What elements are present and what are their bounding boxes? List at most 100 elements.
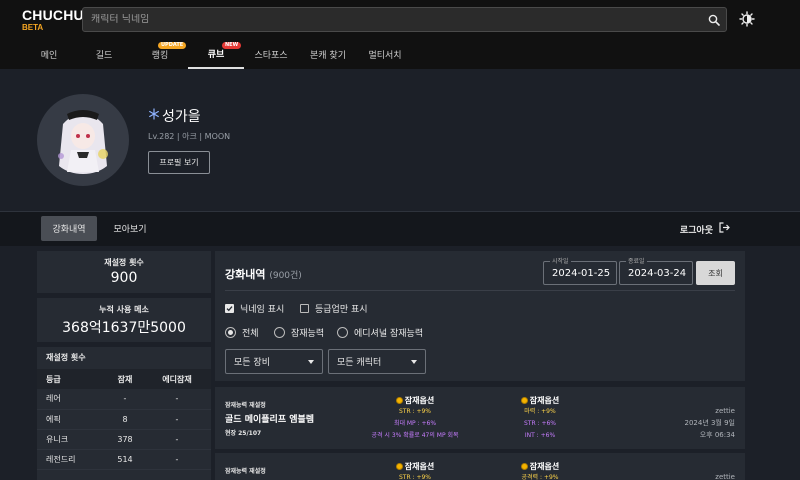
radio-additional-label: 에디셔널 잠재능력 [354,329,424,339]
logout-icon [719,222,730,236]
reset-table-title: 재설정 횟수 [46,353,86,362]
option-heading-text: 잠재옵션 [529,461,560,471]
header-additional: 에디잠재 [143,369,211,389]
option-heading: 잠재옵션 [355,394,475,406]
panel-title-text: 강화내역 [225,268,266,281]
option-line: STR : +9% [398,474,432,480]
character-name-text: 성가을 [162,109,201,125]
cell-grade: 레어 [37,389,107,410]
option-heading: 잠재옵션 [355,460,475,472]
character-name: 성가을 [148,106,201,126]
show-nickname-checkbox[interactable]: 닉네임 표시 [225,302,284,315]
update-badge: UPDATE [158,42,187,49]
checkbox-unchecked-icon [300,304,309,313]
radio-all-label: 전체 [242,329,259,339]
option-line: STR : +6% [523,420,557,427]
search-input[interactable] [83,14,702,25]
mesos-used-title: 누적 사용 메소 [99,305,149,314]
coin-icon [395,396,403,404]
coin-icon [395,462,403,470]
cell-additional: - [143,409,211,430]
record-type: 잠재능력 재설정 [225,402,266,409]
divider [225,290,735,291]
table-row: 레어 - - [37,389,211,410]
cell-potential: - [107,389,143,410]
option-line: 공격력 : +9% [521,474,559,480]
theme-toggle-icon[interactable] [739,11,755,27]
main-nav: 메인 길드 랭킹 UPDATE 큐브 NEW 스타포스 본캐 찾기 멀티서치 [22,40,412,69]
grade-up-only-checkbox[interactable]: 등급업만 표시 [300,302,368,315]
view-profile-button[interactable]: 프로필 보기 [148,151,210,174]
equipment-select[interactable]: 모든 장비 [225,349,323,374]
radio-selected-icon [225,327,236,338]
radio-all[interactable]: 전체 [225,326,259,339]
history-record[interactable]: 잠재능력 재설정 골드 메이플리프 엠블렘 현장 25/107 잠재옵션 STR… [215,387,745,449]
nav-cube[interactable]: 큐브 NEW [188,40,244,69]
option-heading-text: 잠재옵션 [404,461,435,471]
mesos-used-value: 368억1637만5000 [62,320,186,336]
grade-up-only-label: 등급업만 표시 [315,305,368,315]
nav-label: 메인 [40,51,58,61]
table-row: 유니크 378 - [37,429,211,450]
tab-history[interactable]: 강화내역 [41,216,97,241]
nav-ranking[interactable]: 랭킹 UPDATE [132,40,188,69]
option-line: 마력 : +9% [524,408,556,415]
character-avatar [37,94,129,186]
nav-label: 큐브 [207,50,225,60]
radio-potential[interactable]: 잠재능력 [274,326,324,339]
character-select-value: 모든 캐릭터 [337,358,382,368]
cell-grade: 에픽 [37,409,107,430]
character-select[interactable]: 모든 캐릭터 [328,349,426,374]
option-heading: 잠재옵션 [495,460,585,472]
query-button[interactable]: 조회 [696,261,735,285]
logout-button[interactable]: 로그아웃 [680,222,730,236]
cell-additional: - [143,429,211,450]
option-line: INT : +6% [524,432,556,439]
checkbox-checked-icon [225,304,234,313]
logo-text: CHUCHU [22,7,84,23]
new-badge: NEW [222,42,242,49]
record-time: 오후 06:34 [699,431,735,439]
cell-additional: - [143,389,211,410]
tab-collection[interactable]: 모아보기 [104,216,156,241]
option-line: STR : +9% [398,408,432,415]
mesos-used-card: 누적 사용 메소 368억1637만5000 [37,298,211,342]
search-icon[interactable] [702,8,726,31]
radio-unselected-icon [337,327,348,338]
nav-guild[interactable]: 길드 [76,40,132,69]
chevron-down-icon [308,359,314,364]
character-info: Lv.282 | 아크 | MOON [148,132,231,141]
logo[interactable]: CHUCHU BETA [22,7,84,33]
snowflake-icon [148,108,160,124]
start-date-label: 시작일 [550,256,571,265]
panel-title: 강화내역 (900건) [225,266,302,282]
coin-icon [520,462,528,470]
after-options: 잠재옵션 마력 : +9% STR : +6% INT : +6% [495,394,585,442]
nav-main[interactable]: 메인 [22,40,76,69]
nav-label: 랭킹 [151,51,169,61]
cell-potential: 514 [107,449,143,470]
nav-label: 본캐 찾기 [310,51,346,61]
radio-additional[interactable]: 에디셔널 잠재능력 [337,326,423,339]
nav-multisearch[interactable]: 멀티서치 [358,40,412,69]
cell-grade: 유니크 [37,429,107,450]
logout-label: 로그아웃 [679,225,713,236]
record-date: 2024년 3월 9일 [684,419,736,427]
nav-starforce[interactable]: 스타포스 [244,40,298,69]
option-line: 최대 MP : +6% [393,420,437,427]
history-record[interactable]: 잠재능력 재설정 잠재옵션 STR : +9% 잠재옵션 공격력 : +9% z… [215,453,745,480]
cell-potential: 8 [107,409,143,430]
cell-grade: 레전드리 [37,449,107,470]
table-row: 에픽 8 - [37,409,211,430]
option-heading-text: 잠재옵션 [529,395,560,405]
nav-find-main[interactable]: 본캐 찾기 [298,40,358,69]
reset-count-value: 900 [110,270,138,286]
start-date-field[interactable]: 시작일 2024-01-25 [543,256,617,285]
history-filter-panel: 강화내역 (900건) 시작일 2024-01-25 종료일 2024-03-2… [215,251,745,381]
reset-count-title: 재설정 횟수 [104,258,144,267]
end-date-field[interactable]: 종료일 2024-03-24 [619,256,693,285]
before-options: 잠재옵션 STR : +9% [355,460,475,480]
chevron-down-icon [411,359,417,364]
radio-potential-label: 잠재능력 [291,329,325,339]
reset-count-table-card: 재설정 횟수 등급 잠재 에디잠재 레어 - - 에픽 8 - 유니크 378 [37,347,211,480]
